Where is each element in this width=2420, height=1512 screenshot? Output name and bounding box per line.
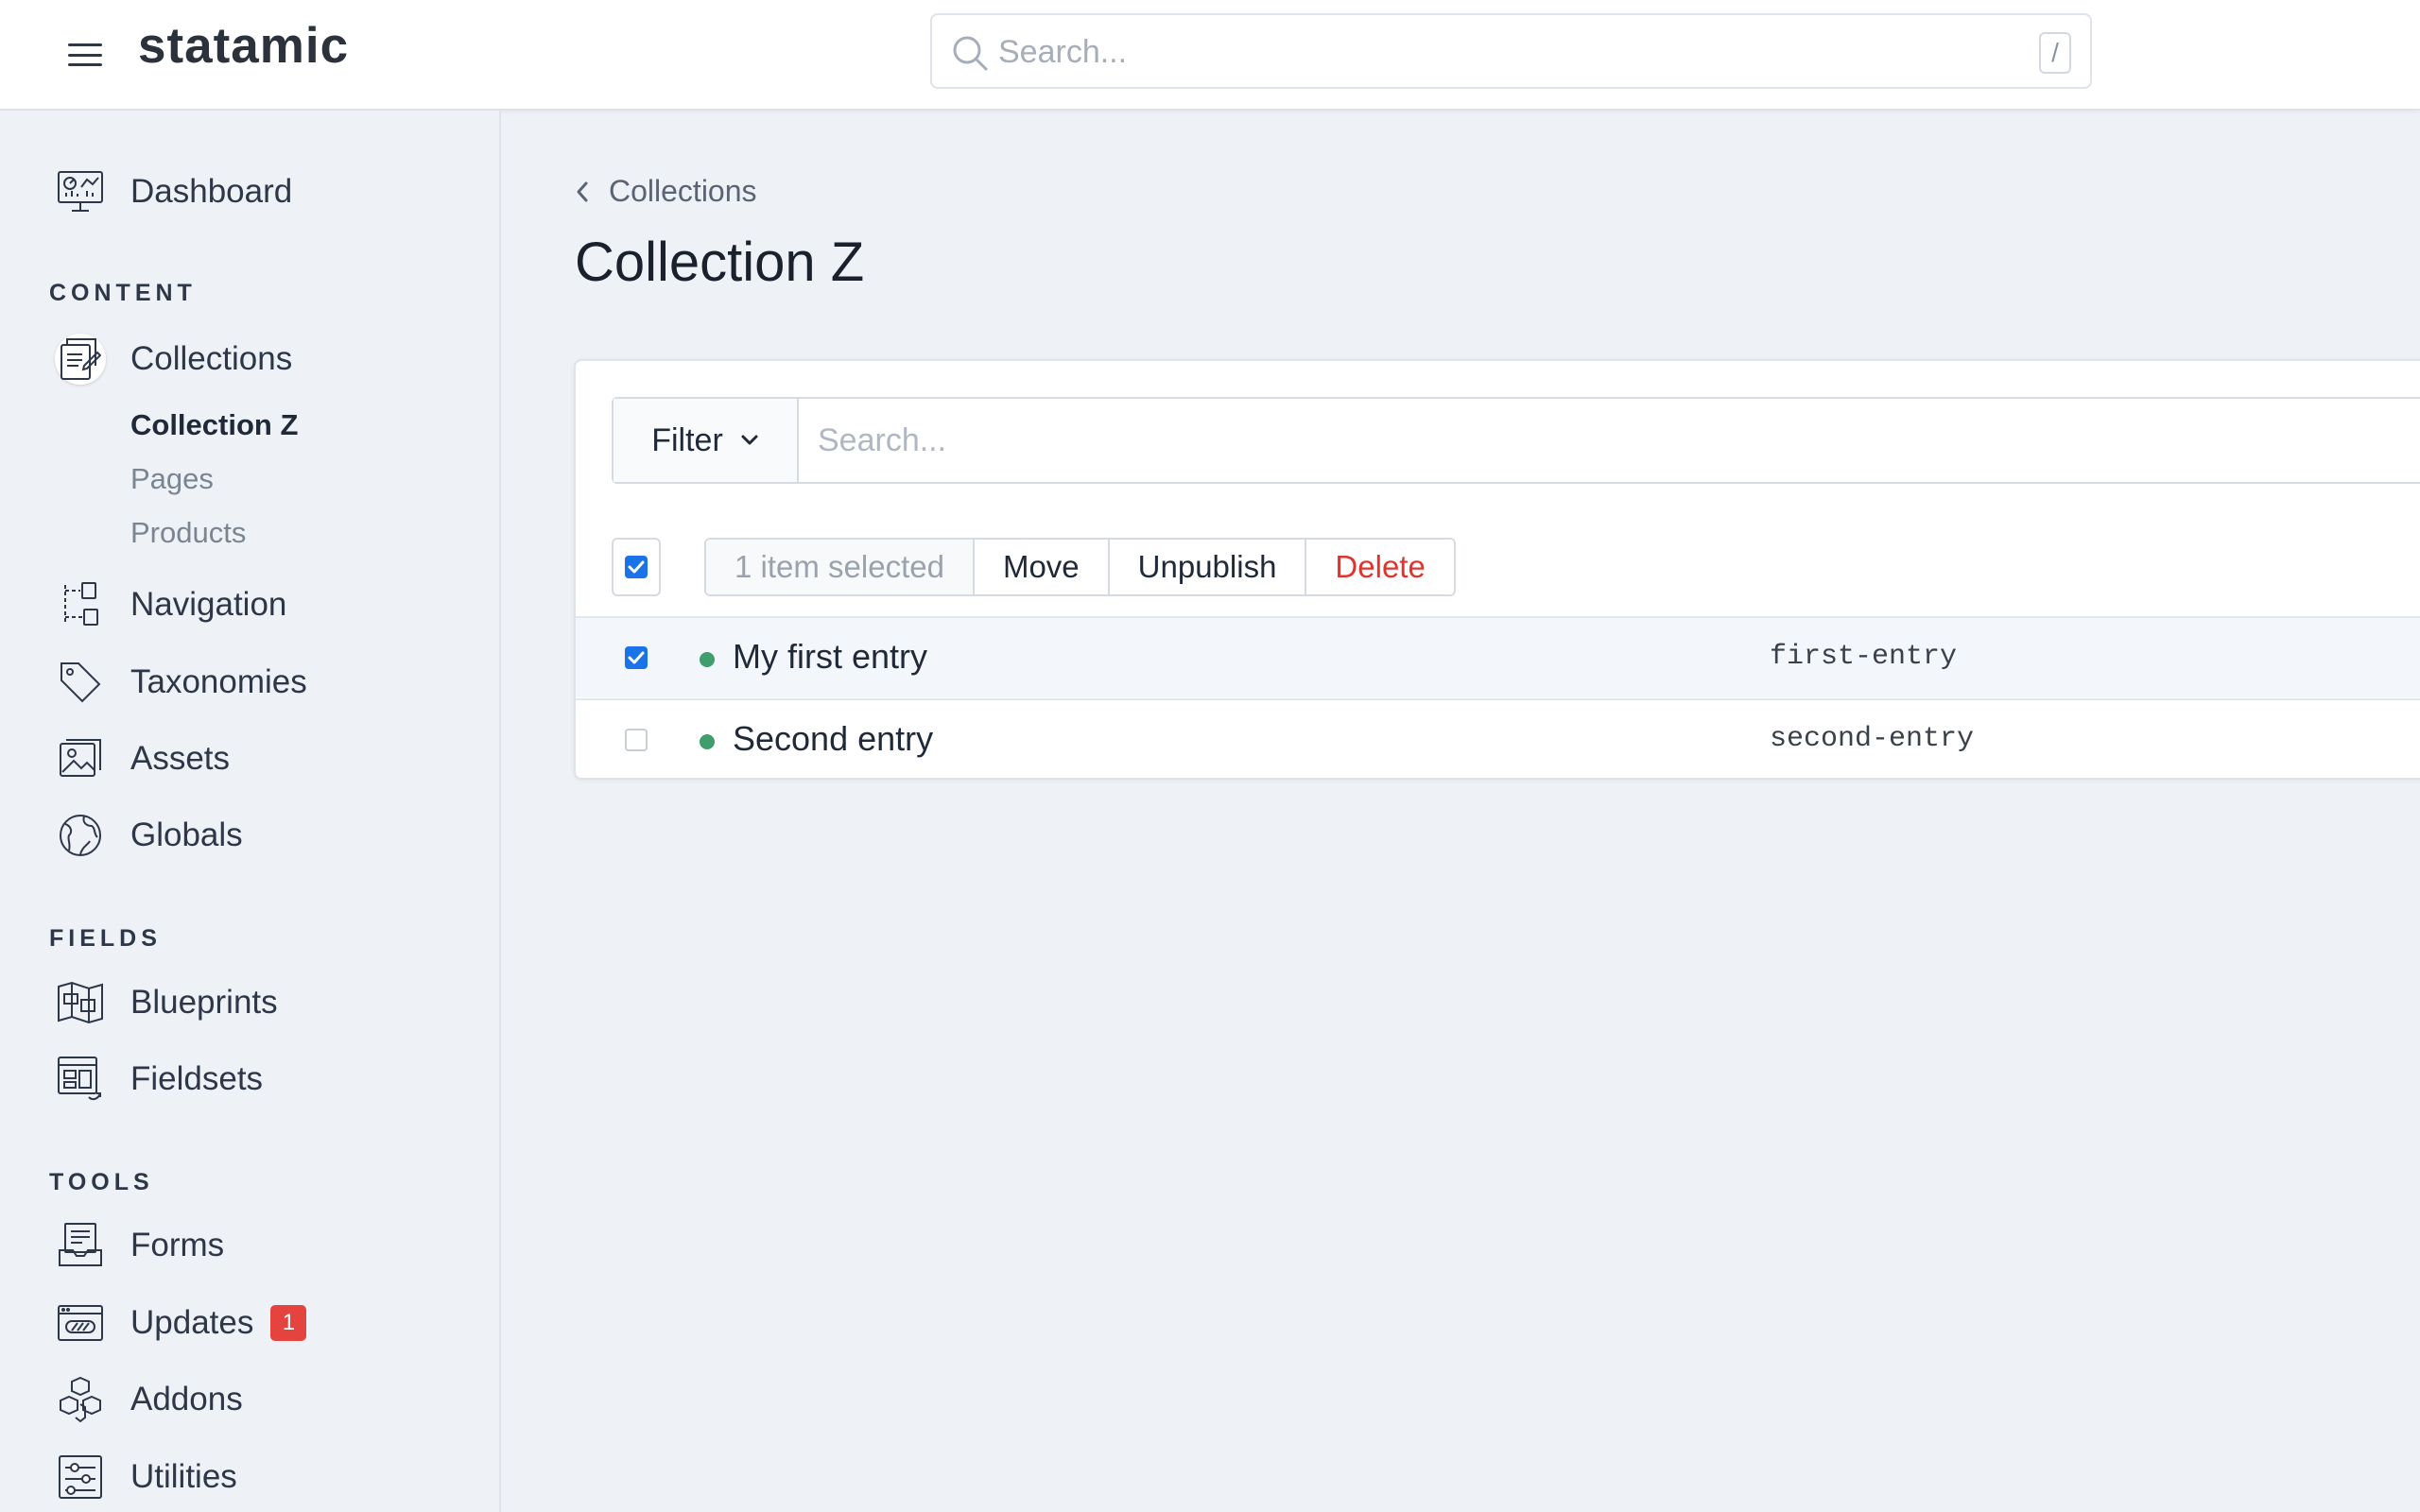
published-status-dot [700,734,715,749]
entry-slug: first-entry [1770,641,1958,673]
bulk-actions-group: 1 item selected Move Unpublish Delete [704,538,1456,596]
search-icon [953,36,988,71]
search-shortcut-key: / [2039,32,2071,74]
entry-title-link[interactable]: My first entry [733,637,927,677]
entries-listing: Filter 1 item selected Move Unpublish De… [574,359,2420,780]
bulk-actions-bar: 1 item selected Move Unpublish Delete [612,538,1456,596]
breadcrumb[interactable]: Collections [575,174,757,209]
checkmark-icon [625,556,648,578]
sidebar-item-updates[interactable]: Updates 1 [55,1295,307,1351]
row-checkbox[interactable] [625,646,648,669]
global-search[interactable]: / [930,13,2092,89]
sidebar-item-assets[interactable]: Assets [55,730,230,787]
collections-icon [55,334,106,385]
menu-toggle-button[interactable] [68,43,102,66]
blueprint-icon [55,977,106,1028]
sidebar-item-dashboard[interactable]: Dashboard [55,163,292,220]
tag-icon [55,657,106,708]
statamic-logo[interactable]: statamic [138,17,349,75]
updates-icon [55,1297,106,1349]
section-title-fields: FIELDS [49,925,162,952]
row-checkbox[interactable] [625,729,648,751]
form-icon [55,1220,106,1271]
section-title-tools: TOOLS [49,1169,154,1195]
sidebar-item-label: Utilities [130,1458,237,1495]
sidebar-item-taxonomies[interactable]: Taxonomies [55,654,307,711]
sidebar-item-label: Fieldsets [130,1060,264,1097]
published-status-dot [700,652,715,667]
sidebar-item-label: Updates [130,1304,254,1341]
utilities-icon [55,1452,106,1503]
sidebar-item-navigation[interactable]: Navigation [55,576,286,633]
unpublish-button[interactable]: Unpublish [1109,540,1307,594]
top-bar: statamic / [0,0,2420,111]
sidebar-item-blueprints[interactable]: Blueprints [55,974,278,1031]
sidebar-subitem-collection-z[interactable]: Collection Z [130,408,298,442]
sidebar-item-forms[interactable]: Forms [55,1217,224,1274]
image-icon [55,733,106,784]
filter-button-label: Filter [651,421,723,458]
sidebar-item-collections[interactable]: Collections [55,331,292,387]
selected-count: 1 item selected [706,540,975,594]
dashboard-icon [55,166,106,217]
updates-count-badge: 1 [270,1305,307,1341]
navigation-icon [55,579,106,630]
sidebar-item-label: Navigation [130,586,287,623]
fieldset-icon [55,1054,106,1105]
sidebar-item-label: Collections [130,340,293,377]
filter-bar: Filter [612,397,2420,484]
chevron-left-icon [577,181,588,201]
section-title-content: CONTENT [49,280,197,306]
checkmark-icon [628,651,645,664]
sidebar-item-label: Taxonomies [130,663,307,700]
sidebar-item-label: Addons [130,1381,243,1418]
sidebar-subitem-pages[interactable]: Pages [130,462,214,496]
sidebar-item-addons[interactable]: Addons [55,1371,243,1428]
addons-icon [55,1374,106,1425]
entry-title-link[interactable]: Second entry [733,719,933,759]
entry-slug: second-entry [1770,723,1975,755]
sidebar-item-label: Assets [130,740,231,777]
sidebar-item-utilities[interactable]: Utilities [55,1449,237,1505]
move-button[interactable]: Move [974,540,1110,594]
sidebar-item-label: Forms [130,1227,225,1263]
select-all-checkbox[interactable] [612,538,661,596]
delete-button[interactable]: Delete [1306,540,1454,594]
global-search-input[interactable] [998,28,1944,76]
sidebar-item-fieldsets[interactable]: Fieldsets [55,1051,263,1108]
entries-search-input[interactable] [799,399,2420,482]
filter-button[interactable]: Filter [614,399,799,482]
table-row[interactable]: My first entry first-entry [576,616,2420,697]
globe-icon [55,810,106,861]
sidebar-item-globals[interactable]: Globals [55,807,243,864]
sidebar-subitem-products[interactable]: Products [130,516,246,550]
page-title: Collection Z [575,232,865,293]
sidebar-item-label: Globals [130,816,243,853]
breadcrumb-link-collections[interactable]: Collections [609,174,757,209]
sidebar-item-label: Dashboard [130,173,293,210]
chevron-down-icon [741,435,758,445]
table-row[interactable]: Second entry second-entry [576,698,2420,778]
sidebar-item-label: Blueprints [130,984,278,1021]
